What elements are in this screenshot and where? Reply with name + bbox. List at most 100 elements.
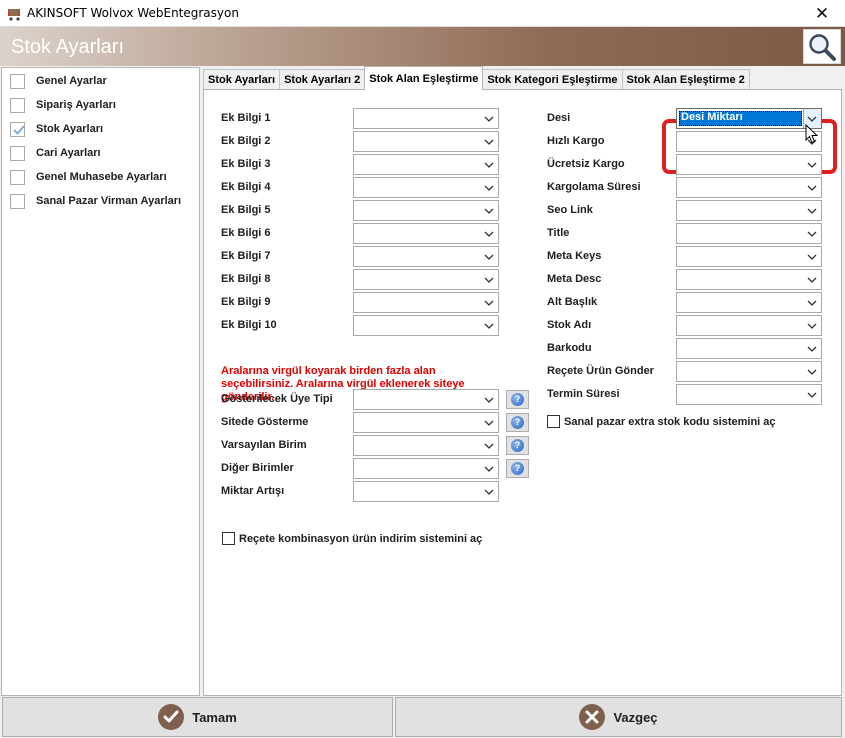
chevron-down-icon (483, 297, 495, 309)
recete-kombinasyon-checkbox[interactable]: Reçete kombinasyon ürün indirim sistemin… (222, 532, 482, 545)
help-button[interactable]: ? (506, 436, 529, 455)
sidebar-item-checkbox[interactable] (10, 145, 25, 161)
field-dropdown[interactable] (353, 292, 499, 313)
sidebar-item-checkbox[interactable] (10, 97, 25, 113)
cancel-button-label: Vazgeç (613, 709, 658, 725)
settings-sidebar: Genel Ayarlar Sipariş Ayarları Stok Ayarla… (1, 67, 200, 696)
help-icon: ? (511, 462, 524, 475)
help-icon: ? (511, 393, 524, 406)
sidebar-item-checkbox[interactable] (10, 169, 25, 185)
field-dropdown[interactable] (676, 177, 822, 198)
sanal-pazar-extra-checkbox[interactable]: Sanal pazar extra stok kodu sistemini aç (547, 415, 776, 428)
sidebar-item-label: Sanal Pazar Virman Ayarları (36, 195, 182, 207)
field-dropdown[interactable] (353, 223, 499, 244)
field-dropdown[interactable] (676, 361, 822, 382)
chevron-down-icon (806, 343, 818, 355)
tab-item[interactable]: Stok Ayarları 2 (279, 69, 366, 90)
sidebar-item-label: Genel Muhasebe Ayarları (36, 171, 167, 183)
page-title: Stok Ayarları (11, 36, 125, 58)
chevron-down-icon (483, 136, 495, 148)
help-button[interactable]: ? (506, 413, 529, 432)
chevron-down-icon (806, 366, 818, 378)
field-dropdown[interactable] (353, 458, 499, 479)
field-label: Barkodu (547, 342, 592, 354)
field-dropdown[interactable] (353, 200, 499, 221)
content-area: Stok Ayarları Stok Ayarları 2 Stok Alan Eş… (203, 66, 842, 696)
field-dropdown[interactable] (676, 246, 822, 267)
search-icon (809, 33, 836, 61)
ok-button[interactable]: Tamam (2, 697, 393, 737)
help-button[interactable]: ? (506, 390, 529, 409)
close-button[interactable]: ✕ (799, 0, 845, 27)
checkbox-box[interactable] (222, 532, 235, 545)
field-label: Ek Bilgi 2 (221, 135, 271, 147)
chevron-down-icon (483, 113, 495, 125)
field-dropdown[interactable] (353, 269, 499, 290)
field-dropdown[interactable] (353, 412, 499, 433)
field-dropdown[interactable] (353, 315, 499, 336)
sidebar-item[interactable]: Genel Ayarlar (10, 71, 107, 91)
tab-item[interactable]: Stok Alan Eşleştirme 2 (621, 69, 750, 90)
sidebar-item-label: Genel Ayarlar (36, 75, 107, 87)
field-dropdown[interactable] (353, 389, 499, 410)
tab-item[interactable]: Stok Ayarları (203, 69, 281, 90)
sidebar-item[interactable]: Sipariş Ayarları (10, 95, 116, 115)
field-label: Ek Bilgi 3 (221, 158, 271, 170)
field-value: Desi Miktarı (681, 111, 743, 123)
field-dropdown[interactable] (676, 292, 822, 313)
field-dropdown[interactable] (676, 200, 822, 221)
field-dropdown[interactable] (353, 435, 499, 456)
sidebar-item[interactable]: Cari Ayarları (10, 143, 101, 163)
field-dropdown[interactable] (353, 177, 499, 198)
field-dropdown[interactable] (676, 131, 822, 152)
sidebar-item-checkbox[interactable] (10, 73, 25, 89)
cancel-button[interactable]: Vazgeç (395, 697, 842, 737)
field-label: Varsayılan Birim (221, 439, 307, 451)
field-label: Ek Bilgi 8 (221, 273, 271, 285)
app-cart-icon (8, 9, 20, 21)
search-button[interactable] (803, 29, 841, 64)
field-dropdown[interactable] (353, 154, 499, 175)
sidebar-item-label: Stok Ayarları (36, 123, 104, 135)
chevron-down-icon (483, 205, 495, 217)
field-dropdown[interactable] (676, 338, 822, 359)
sidebar-item[interactable]: Stok Ayarları (10, 119, 103, 139)
tab-item[interactable]: Stok Kategori Eşleştirme (482, 69, 623, 90)
chevron-down-icon (806, 251, 818, 263)
sidebar-item[interactable]: Genel Muhasebe Ayarları (10, 167, 167, 187)
field-dropdown[interactable] (676, 223, 822, 244)
field-label: Seo Link (547, 204, 593, 216)
field-dropdown[interactable] (676, 154, 822, 175)
field-label: Hızlı Kargo (547, 135, 605, 147)
sidebar-item[interactable]: Sanal Pazar Virman Ayarları (10, 191, 181, 211)
field-dropdown[interactable] (676, 384, 822, 405)
field-label: Diğer Birimler (221, 462, 294, 474)
field-dropdown[interactable] (353, 108, 499, 129)
close-icon: ✕ (814, 3, 830, 23)
tab-item[interactable]: Stok Alan Eşleştirme (364, 66, 484, 90)
chevron-down-icon (483, 486, 495, 498)
chevron-down-icon (806, 389, 818, 401)
help-button[interactable]: ? (506, 459, 529, 478)
field-label: Ek Bilgi 6 (221, 227, 271, 239)
field-label: Reçete Ürün Gönder (547, 365, 654, 377)
field-label: Meta Desc (547, 273, 602, 285)
field-label: Termin Süresi (547, 388, 620, 400)
sidebar-item-checkbox[interactable] (10, 193, 25, 209)
field-dropdown[interactable]: Desi Miktarı (676, 108, 822, 129)
field-label: Ek Bilgi 5 (221, 204, 271, 216)
checkbox-box[interactable] (547, 415, 560, 428)
chevron-down-icon (483, 182, 495, 194)
field-dropdown[interactable] (353, 131, 499, 152)
field-dropdown[interactable] (353, 246, 499, 267)
field-dropdown[interactable] (676, 269, 822, 290)
chevron-down-icon (483, 320, 495, 332)
field-dropdown[interactable] (676, 315, 822, 336)
chevron-down-icon (483, 228, 495, 240)
checkmark-icon (13, 124, 25, 135)
field-label: Miktar Artışı (221, 485, 285, 497)
chevron-down-icon (483, 463, 495, 475)
field-label: Desi (547, 112, 571, 124)
field-dropdown[interactable] (353, 481, 499, 502)
sidebar-item-checkbox[interactable] (10, 121, 25, 137)
